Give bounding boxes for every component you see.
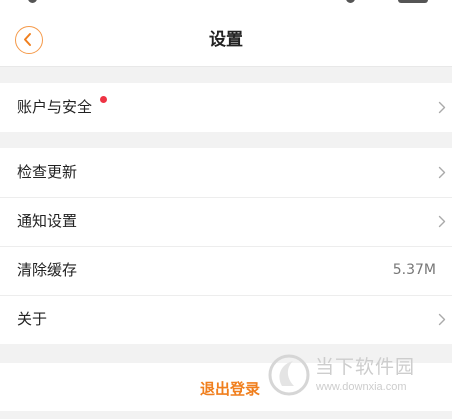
clear-cache-label: 清除缓存 xyxy=(17,261,78,279)
account-group: 账户与安全 xyxy=(0,83,452,132)
notification-settings-label: 通知设置 xyxy=(17,212,78,230)
clear-cache-item[interactable]: 清除缓存 5.37M xyxy=(0,246,452,295)
about-label: 关于 xyxy=(17,310,48,328)
check-update-label: 检查更新 xyxy=(17,163,78,181)
watermark-logo-icon xyxy=(268,354,310,396)
settings-group: 检查更新 通知设置 清除缓存 5.37M 关于 xyxy=(0,148,452,344)
signal-icon xyxy=(28,0,37,3)
chevron-right-icon xyxy=(438,313,446,326)
wifi-icon xyxy=(346,0,355,3)
about-item[interactable]: 关于 xyxy=(0,295,452,344)
page-title: 设置 xyxy=(209,30,243,50)
watermark-url: www.downxia.com xyxy=(316,381,407,393)
logout-label: 退出登录 xyxy=(200,380,261,398)
back-button[interactable] xyxy=(15,26,43,54)
cache-size-value: 5.37M xyxy=(392,262,436,278)
notification-badge-dot xyxy=(100,96,107,103)
notification-settings-item[interactable]: 通知设置 xyxy=(0,197,452,246)
status-bar xyxy=(0,0,452,14)
chevron-left-icon xyxy=(24,33,31,46)
chevron-right-icon xyxy=(438,215,446,228)
nav-bar: 设置 xyxy=(0,14,452,67)
account-security-item[interactable]: 账户与安全 xyxy=(0,83,452,132)
battery-icon xyxy=(398,0,428,3)
account-security-label: 账户与安全 xyxy=(17,98,93,116)
watermark-text: 当下软件园 xyxy=(315,356,416,378)
chevron-right-icon xyxy=(438,166,446,179)
check-update-item[interactable]: 检查更新 xyxy=(0,148,452,197)
chevron-right-icon xyxy=(438,101,446,114)
